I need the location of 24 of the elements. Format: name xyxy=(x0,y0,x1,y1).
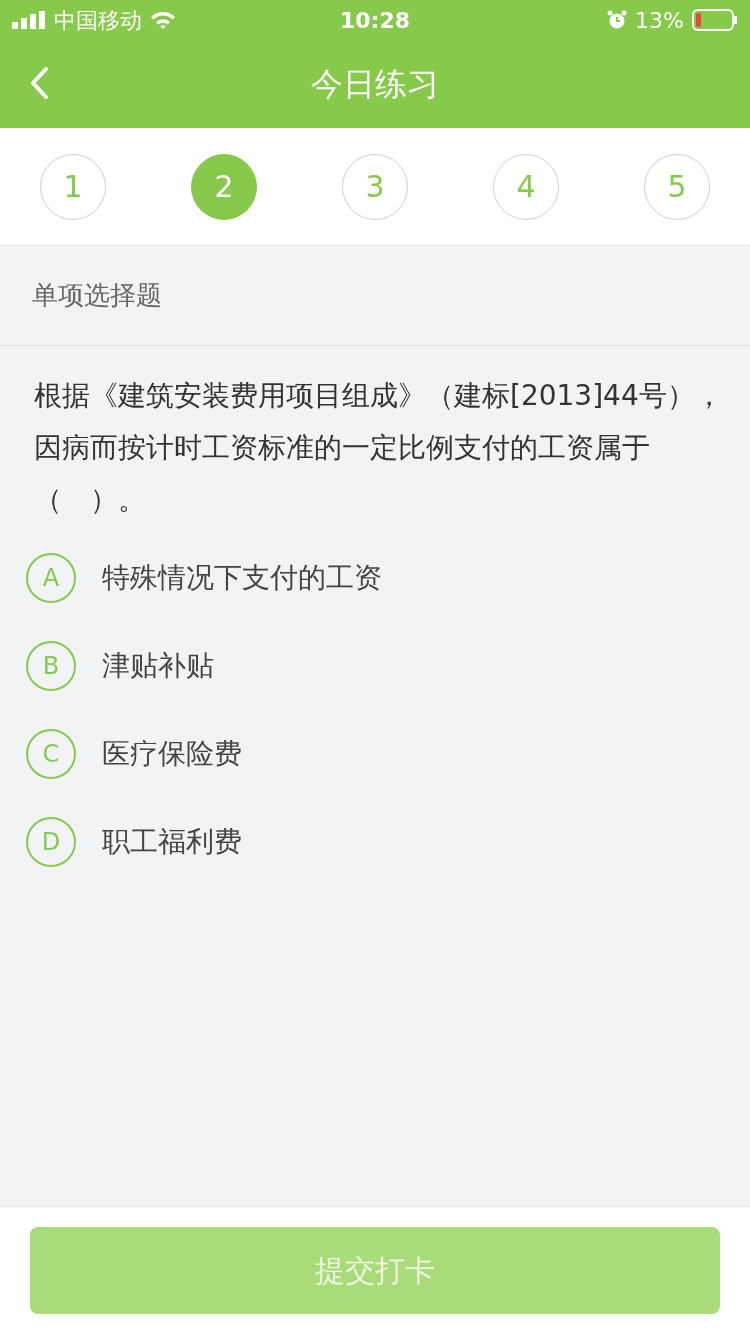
question-text: 根据《建筑安装费用项目组成》（建标[2013]44号），因病而按计时工资标准的一定比例支付的工资属于（ ）。 xyxy=(33,378,724,518)
option-text[interactable]: 医疗保险费 xyxy=(102,733,242,775)
battery-icon xyxy=(692,9,738,31)
status-time: 10:28 xyxy=(340,6,410,35)
question-type: 单项选择题 xyxy=(0,246,750,346)
option-text[interactable]: 职工福利费 xyxy=(102,821,242,863)
question-number-tab[interactable]: 3 xyxy=(342,153,408,220)
question-number-tab[interactable]: 4 xyxy=(493,153,559,220)
option-letter[interactable]: D xyxy=(26,817,76,867)
option-letter[interactable]: C xyxy=(26,729,76,779)
page-title: 今日练习 xyxy=(311,64,439,105)
option-letter[interactable]: A xyxy=(26,553,76,603)
carrier-name: 中国移动 xyxy=(54,6,142,35)
question-number-tab[interactable]: 2 xyxy=(191,153,257,220)
battery-percent: 13% xyxy=(635,6,684,35)
question-number-tab[interactable]: 1 xyxy=(40,153,106,220)
option-text[interactable]: 津贴补贴 xyxy=(102,645,214,687)
option-letter[interactable]: B xyxy=(26,641,76,691)
question-number-tab[interactable]: 5 xyxy=(644,153,710,220)
wifi-icon xyxy=(150,10,176,30)
back-icon[interactable] xyxy=(28,66,50,100)
alarm-clock-icon xyxy=(607,10,628,30)
signal-icon xyxy=(12,11,46,29)
option-text[interactable]: 特殊情况下支付的工资 xyxy=(102,557,382,599)
